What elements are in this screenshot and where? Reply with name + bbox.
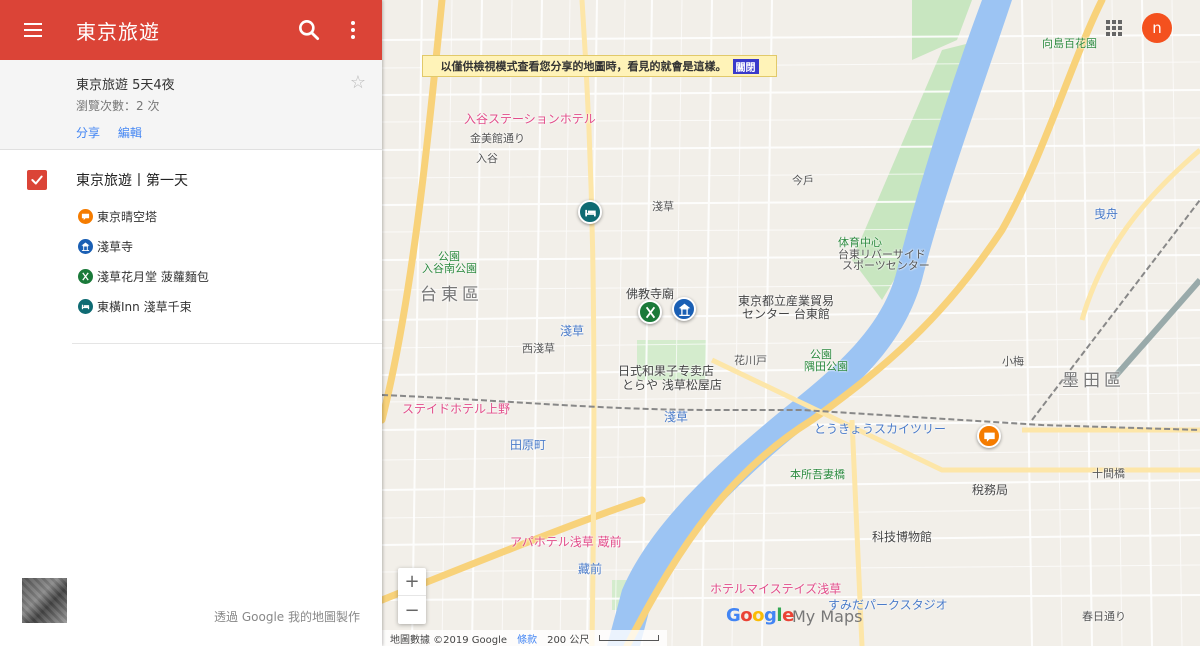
more-options-icon[interactable] [340,17,366,43]
imado-label: 今戶 [792,174,814,187]
map-footer: 地圖數據 ©2019 Google 條款 200 公尺 [382,630,668,646]
made-with-text: 透過 Google 我的地圖製作 [214,610,360,624]
map-info-section: 東京旅遊 5天4夜 瀏覽次數：2 次 分享 編輯 ☆ [0,60,382,150]
star-icon[interactable]: ☆ [350,72,366,93]
industry-hall-sub-label: センター 台東館 [742,307,830,321]
station-label-asakusa: 淺草 [560,324,585,338]
zoom-in-button[interactable]: + [398,568,426,596]
station-label-asakusa-2: 淺草 [664,410,689,424]
kasuga-label: 春日通り [1082,610,1126,623]
notice-text: 以僅供檢視模式查看您分享的地圖時，看見的就會是這樣。 [440,60,727,73]
wagashi-shop-sub-label: とらや 浅草松屋店 [622,378,722,392]
kanamachi-label: 金美館通り [470,132,525,145]
share-link[interactable]: 分享 [76,126,100,140]
district-label-sumida: 墨田區 [1062,371,1125,391]
koume-label: 小梅 [1002,355,1024,368]
iriya-hotel-label: 入谷ステーションホテル [464,112,596,126]
map-canvas[interactable]: 台東區 墨田區 淺草 淺草 田原町 藏前 本所吾妻橋 とうきょうスカイツリー 佛… [382,0,1200,646]
science-museum-label: 科技博物館 [872,530,933,544]
marker-temple[interactable] [672,297,696,321]
divider [72,343,382,344]
checkmark-icon [31,175,43,185]
temple-icon [78,238,93,254]
marker-skytree[interactable] [977,424,1001,448]
marker-restaurant[interactable] [638,300,662,324]
hotel-icon [584,209,596,216]
park-sub-label: 入谷南公園 [422,262,477,275]
apa-hotel-label: アパホテル浅草 蔵前 [510,535,622,549]
scale-bar [599,635,660,641]
list-item-place-skytree[interactable]: 東京晴空塔 [78,204,382,228]
skytree-label: とうきょうスカイツリー [814,422,947,436]
layer-header: 東京旅遊丨第一天 [0,170,382,190]
place-name: 淺草寺 [97,239,134,254]
google-logo: Google [726,605,794,626]
map-info-actions: 分享 編輯 [76,124,362,141]
hikifune-label: 曳舟 [1094,207,1119,221]
terms-link[interactable]: 條款 [517,631,537,646]
hotel-mystays-label: ホテルマイステイズ浅草 [710,582,842,596]
menu-icon[interactable] [24,17,50,43]
map-name: 東京旅遊 5天4夜 [76,78,175,93]
top-app-bar: 東京旅遊 [0,0,382,60]
app-title: 東京旅遊 [76,19,160,44]
restaurant-icon [78,268,93,284]
nishiasakusa-label: 西淺草 [522,342,555,355]
place-name: 東京晴空塔 [97,209,158,224]
temple-icon [678,303,690,316]
edit-link[interactable]: 編輯 [118,126,142,140]
view-only-notice: 以僅供檢視模式查看您分享的地圖時，看見的就會是這樣。 關閉 [422,55,777,77]
place-name: 東橫Inn 淺草千束 [97,299,192,314]
tax-office-label: 稅務局 [972,483,1009,497]
apps-grid-icon[interactable] [1106,20,1122,36]
notice-close-button[interactable]: 關閉 [732,58,759,74]
station-label-kuramae: 藏前 [578,562,603,576]
places-list: 東京晴空塔 淺草寺 淺草花月堂 菠蘿麵包 東橫Inn 淺草千束 [78,204,382,318]
list-item-place-kagetsudo[interactable]: 淺草花月堂 菠蘿麵包 [78,264,382,288]
list-item-place-toyoko-inn[interactable]: 東橫Inn 淺草千束 [78,294,382,318]
avatar[interactable]: n [1142,13,1172,43]
view-count: 瀏覽次數：2 次 [76,99,160,113]
stayday-hotel-label: ステイドホテル上野 [402,402,511,416]
my-maps-wordmark: My Maps [792,607,863,626]
search-icon[interactable] [296,17,322,43]
asakusa-district-label: 淺草 [652,200,674,213]
jukkenbashi-label: 十間橋 [1092,467,1125,480]
sports-center-sub2-label: スポーツセンター [842,259,930,272]
station-label-tawaramachi: 田原町 [510,438,547,452]
basemap-thumbnail[interactable] [22,578,67,623]
district-label-taito: 台東區 [420,285,483,305]
layer-section: 東京旅遊丨第一天 東京晴空塔 淺草寺 淺草花月堂 菠蘿麵包 東橫Inn 淺草千束 [0,150,382,344]
scale-label: 200 公尺 [547,634,590,646]
station-label-honjo-azumabashi: 本所吾妻橋 [790,468,845,481]
sumida-park-sub-label: 隅田公園 [804,360,848,373]
layer-title: 東京旅遊丨第一天 [76,173,188,189]
sidebar-panel: 東京旅遊 東京旅遊 5天4夜 瀏覽次數：2 次 分享 編輯 ☆ 東京旅遊丨第一天… [0,0,382,646]
layer-checkbox[interactable] [27,170,47,190]
restaurant-icon [645,306,655,318]
hanakawado-label: 花川戸 [734,354,767,367]
place-name: 淺草花月堂 菠蘿麵包 [97,269,209,284]
zoom-control: + − [398,568,426,624]
map-base-layer [382,0,1200,646]
list-item-place-sensoji[interactable]: 淺草寺 [78,234,382,258]
zoom-out-button[interactable]: − [398,596,426,624]
map-attribution: 地圖數據 ©2019 Google [390,634,508,646]
mukojima-park-label: 向島百花園 [1042,37,1097,50]
iriya-label: 入谷 [476,152,498,165]
speech-bubble-icon [983,432,995,442]
hotel-icon [78,298,93,314]
marker-hotel[interactable] [578,200,602,224]
speech-bubble-icon [78,208,93,224]
